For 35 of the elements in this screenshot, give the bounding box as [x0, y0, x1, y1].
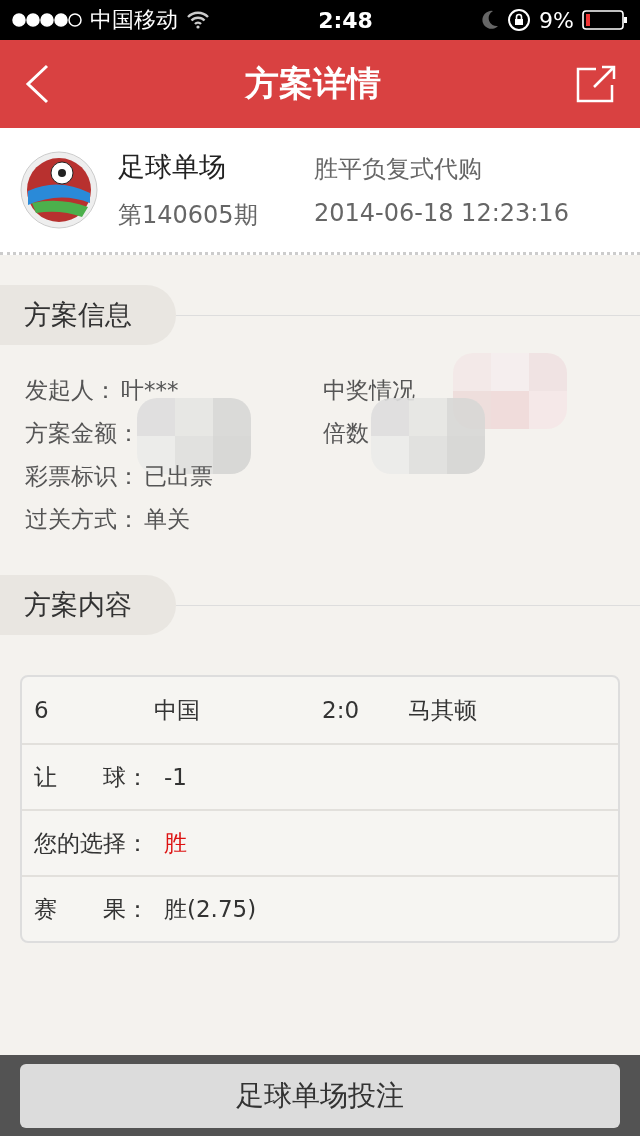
info-value: 已出票	[144, 462, 213, 491]
signal-icon	[12, 13, 82, 27]
info-label: 中奖情况	[323, 376, 415, 405]
moon-icon	[481, 10, 500, 30]
row-value: 胜	[164, 828, 187, 858]
row-label: 让 球：	[34, 762, 150, 792]
back-icon[interactable]	[24, 64, 50, 104]
plan-type: 胜平负复式代购	[314, 154, 483, 185]
row-label: 赛 果：	[34, 894, 150, 924]
clock-time: 2:48	[318, 7, 373, 33]
bet-button[interactable]: 足球单场投注	[20, 1063, 620, 1128]
info-label: 过关方式：	[25, 505, 140, 534]
row-value: -1	[164, 764, 187, 790]
plan-time: 2014-06-18 12:23:16	[314, 199, 569, 227]
row-value: 胜(2.75)	[164, 894, 257, 924]
info-label: 彩票标识：	[25, 462, 140, 491]
info-label: 发起人：	[25, 376, 117, 405]
rotation-lock-icon	[507, 8, 532, 32]
info-label: 倍数	[323, 419, 369, 448]
info-value: 单关	[144, 505, 190, 534]
battery-icon	[582, 10, 628, 30]
match-number: 6	[34, 697, 50, 723]
row-label: 您的选择：	[34, 828, 150, 858]
battery-percent: 9%	[539, 7, 574, 33]
info-value: 叶***	[121, 376, 179, 405]
issue-number: 第140605期	[118, 200, 259, 231]
away-team: 马其顿	[408, 695, 478, 725]
info-label: 方案金额：	[25, 419, 140, 448]
carrier-name: 中国移动	[90, 6, 178, 34]
lottery-name: 足球单场	[118, 150, 227, 184]
wifi-icon	[186, 11, 210, 29]
page-title: 方案详情	[245, 62, 381, 105]
match-score: 2:0	[322, 697, 360, 723]
home-team: 中国	[154, 695, 201, 725]
share-icon[interactable]	[576, 65, 616, 103]
